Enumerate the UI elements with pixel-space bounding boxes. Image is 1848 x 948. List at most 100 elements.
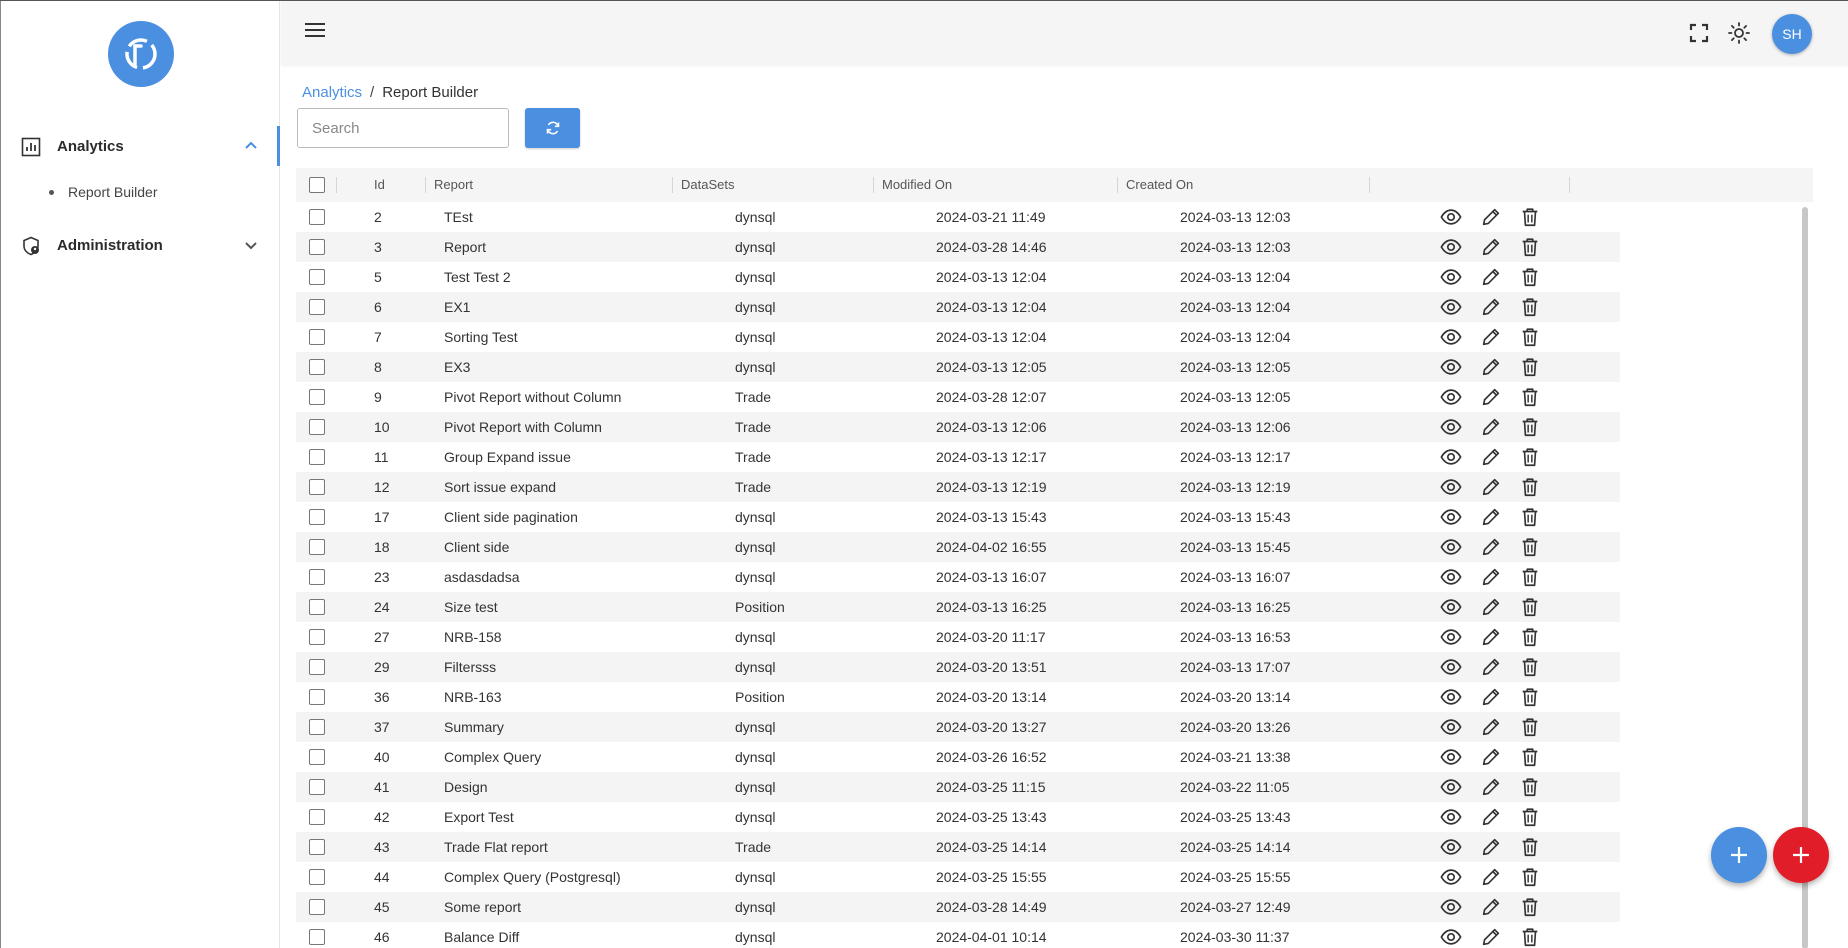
eye-icon[interactable] <box>1440 896 1462 918</box>
row-checkbox[interactable] <box>309 299 325 315</box>
table-row[interactable]: 45 Some report dynsql 2024-03-28 14:49 2024-… <box>296 892 1620 922</box>
trash-icon[interactable] <box>1519 506 1541 528</box>
table-row[interactable]: 42 Export Test dynsql 2024-03-25 13:43 2024-… <box>296 802 1620 832</box>
eye-icon[interactable] <box>1440 776 1462 798</box>
trash-icon[interactable] <box>1519 716 1541 738</box>
pencil-icon[interactable] <box>1480 296 1502 318</box>
table-row[interactable]: 5 Test Test 2 dynsql 2024-03-13 12:04 2024-0… <box>296 262 1620 292</box>
table-row[interactable]: 27 NRB-158 dynsql 2024-03-20 11:17 2024-03-1… <box>296 622 1620 652</box>
add-report-button[interactable] <box>1773 827 1829 883</box>
table-row[interactable]: 6 EX1 dynsql 2024-03-13 12:04 2024-03-13 12:… <box>296 292 1620 322</box>
eye-icon[interactable] <box>1440 356 1462 378</box>
sidebar-subitem-report-builder[interactable]: Report Builder <box>49 184 158 200</box>
row-checkbox[interactable] <box>309 509 325 525</box>
pencil-icon[interactable] <box>1480 416 1502 438</box>
report-logo-icon[interactable] <box>108 21 174 87</box>
table-row[interactable]: 41 Design dynsql 2024-03-25 11:15 2024-03-22… <box>296 772 1620 802</box>
row-checkbox[interactable] <box>309 869 325 885</box>
trash-icon[interactable] <box>1519 686 1541 708</box>
table-row[interactable]: 3 Report dynsql 2024-03-28 14:46 2024-03-13 … <box>296 232 1620 262</box>
eye-icon[interactable] <box>1440 866 1462 888</box>
pencil-icon[interactable] <box>1480 806 1502 828</box>
trash-icon[interactable] <box>1519 236 1541 258</box>
row-checkbox[interactable] <box>309 329 325 345</box>
pencil-icon[interactable] <box>1480 776 1502 798</box>
row-checkbox[interactable] <box>309 629 325 645</box>
trash-icon[interactable] <box>1519 446 1541 468</box>
eye-icon[interactable] <box>1440 626 1462 648</box>
column-header-modified-on[interactable]: Modified On <box>874 168 1118 202</box>
breadcrumb-link-analytics[interactable]: Analytics <box>302 84 362 101</box>
trash-icon[interactable] <box>1519 866 1541 888</box>
select-all-checkbox[interactable] <box>309 177 325 193</box>
avatar[interactable]: SH <box>1772 14 1812 54</box>
sidebar-item-administration[interactable]: Administration <box>1 225 280 265</box>
theme-icon[interactable] <box>1727 21 1751 45</box>
row-checkbox[interactable] <box>309 479 325 495</box>
fullscreen-icon[interactable] <box>1687 21 1711 45</box>
table-row[interactable]: 9 Pivot Report without Column Trade 2024-03… <box>296 382 1620 412</box>
row-checkbox[interactable] <box>309 389 325 405</box>
pencil-icon[interactable] <box>1480 686 1502 708</box>
trash-icon[interactable] <box>1519 266 1541 288</box>
pencil-icon[interactable] <box>1480 236 1502 258</box>
search-input[interactable] <box>297 108 509 148</box>
table-row[interactable]: 10 Pivot Report with Column Trade 2024-03-1… <box>296 412 1620 442</box>
table-row[interactable]: 24 Size test Position 2024-03-13 16:25 2024-… <box>296 592 1620 622</box>
pencil-icon[interactable] <box>1480 446 1502 468</box>
table-row[interactable]: 46 Balance Diff dynsql 2024-04-01 10:14 2024… <box>296 922 1620 948</box>
trash-icon[interactable] <box>1519 926 1541 948</box>
pencil-icon[interactable] <box>1480 836 1502 858</box>
row-checkbox[interactable] <box>309 929 325 945</box>
pencil-icon[interactable] <box>1480 656 1502 678</box>
pencil-icon[interactable] <box>1480 746 1502 768</box>
eye-icon[interactable] <box>1440 416 1462 438</box>
pencil-icon[interactable] <box>1480 896 1502 918</box>
table-row[interactable]: 37 Summary dynsql 2024-03-20 13:27 2024-03-2… <box>296 712 1620 742</box>
eye-icon[interactable] <box>1440 266 1462 288</box>
row-checkbox[interactable] <box>309 659 325 675</box>
trash-icon[interactable] <box>1519 656 1541 678</box>
menu-icon[interactable] <box>305 23 329 43</box>
eye-icon[interactable] <box>1440 566 1462 588</box>
eye-icon[interactable] <box>1440 206 1462 228</box>
eye-icon[interactable] <box>1440 836 1462 858</box>
eye-icon[interactable] <box>1440 596 1462 618</box>
column-header-report[interactable]: Report <box>426 168 673 202</box>
row-checkbox[interactable] <box>309 779 325 795</box>
eye-icon[interactable] <box>1440 926 1462 948</box>
row-checkbox[interactable] <box>309 539 325 555</box>
trash-icon[interactable] <box>1519 746 1541 768</box>
row-checkbox[interactable] <box>309 269 325 285</box>
eye-icon[interactable] <box>1440 806 1462 828</box>
column-header-created-on[interactable]: Created On <box>1118 168 1370 202</box>
column-header-datasets[interactable]: DataSets <box>673 168 874 202</box>
row-checkbox[interactable] <box>309 839 325 855</box>
row-checkbox[interactable] <box>309 809 325 825</box>
sidebar-item-analytics[interactable]: Analytics <box>1 126 280 166</box>
pencil-icon[interactable] <box>1480 536 1502 558</box>
eye-icon[interactable] <box>1440 746 1462 768</box>
trash-icon[interactable] <box>1519 836 1541 858</box>
row-checkbox[interactable] <box>309 689 325 705</box>
eye-icon[interactable] <box>1440 476 1462 498</box>
table-row[interactable]: 11 Group Expand issue Trade 2024-03-13 12:1… <box>296 442 1620 472</box>
eye-icon[interactable] <box>1440 656 1462 678</box>
pencil-icon[interactable] <box>1480 566 1502 588</box>
column-header-id[interactable]: Id <box>366 168 426 202</box>
row-checkbox[interactable] <box>309 569 325 585</box>
trash-icon[interactable] <box>1519 536 1541 558</box>
row-checkbox[interactable] <box>309 239 325 255</box>
pencil-icon[interactable] <box>1480 326 1502 348</box>
trash-icon[interactable] <box>1519 476 1541 498</box>
pencil-icon[interactable] <box>1480 356 1502 378</box>
trash-icon[interactable] <box>1519 896 1541 918</box>
pencil-icon[interactable] <box>1480 926 1502 948</box>
table-row[interactable]: 40 Complex Query dynsql 2024-03-26 16:52 202… <box>296 742 1620 772</box>
row-checkbox[interactable] <box>309 209 325 225</box>
pencil-icon[interactable] <box>1480 626 1502 648</box>
trash-icon[interactable] <box>1519 566 1541 588</box>
table-row[interactable]: 2 TEst dynsql 2024-03-21 11:49 2024-03-13 12… <box>296 202 1620 232</box>
trash-icon[interactable] <box>1519 806 1541 828</box>
pencil-icon[interactable] <box>1480 266 1502 288</box>
